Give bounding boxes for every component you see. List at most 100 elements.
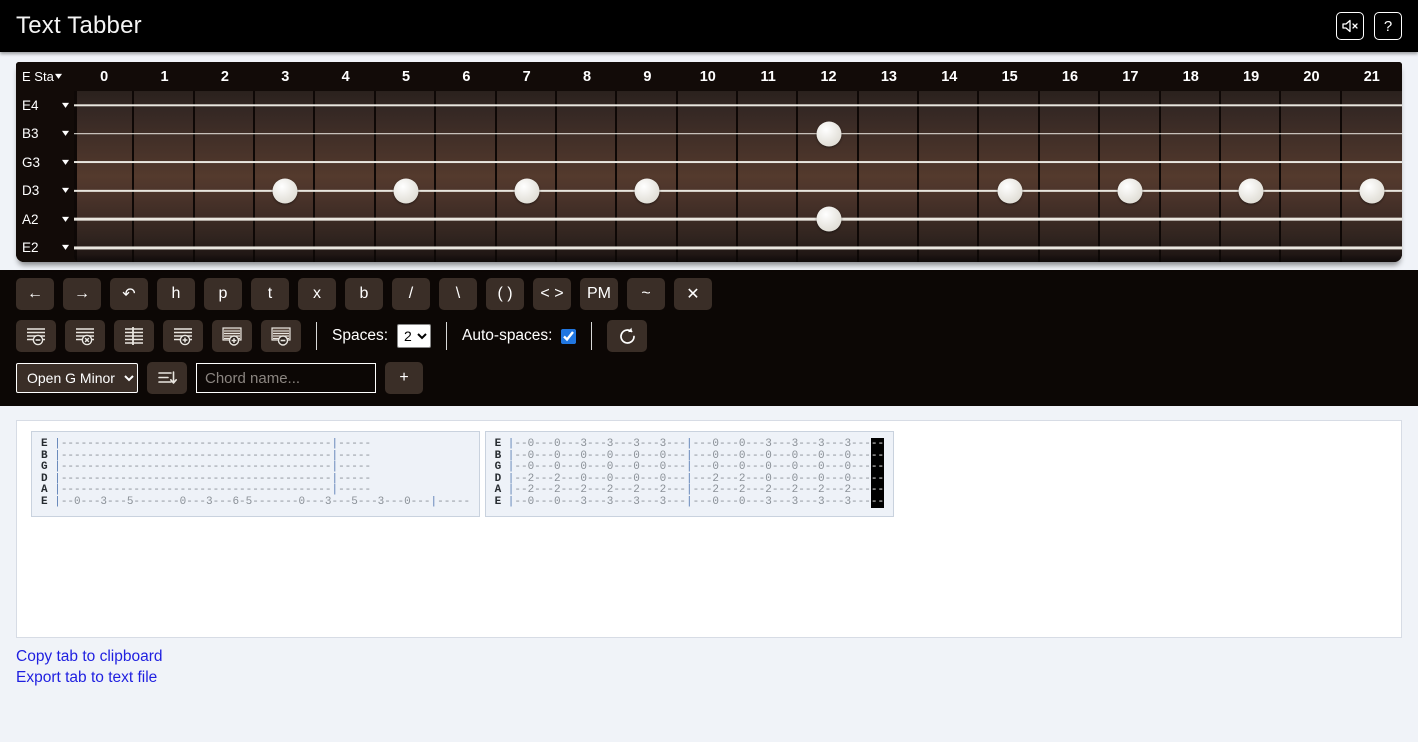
add-chord-button[interactable]: + bbox=[385, 362, 423, 394]
note-marker[interactable] bbox=[514, 178, 540, 204]
string-E4[interactable] bbox=[74, 91, 1402, 120]
palm-mute-button[interactable]: PM bbox=[580, 278, 618, 310]
chord-preset-select[interactable]: Open G MinorOpen G MajorOpen D MajorOpen… bbox=[16, 363, 138, 393]
string-A2[interactable] bbox=[74, 205, 1402, 234]
string-row-A2: A2 ▾ bbox=[16, 205, 74, 234]
line-add-icon bbox=[221, 326, 243, 346]
tab-segment: ---2---2---2---2---2---2--- bbox=[692, 484, 871, 497]
chevron-down-icon[interactable]: ▾ bbox=[62, 157, 69, 168]
fretboard[interactable]: E Sta ▾ E4 ▾ B3 ▾ G3 ▾ D3 ▾ A2 ▾ E2 ▾ 0 … bbox=[16, 62, 1402, 262]
note-marker[interactable] bbox=[1359, 178, 1385, 204]
reset-button[interactable] bbox=[607, 320, 648, 352]
move-right-button[interactable]: → bbox=[63, 278, 101, 310]
slide-up-button[interactable]: / bbox=[392, 278, 430, 310]
string-line bbox=[74, 161, 1402, 164]
fretboard-left-column: E Sta ▾ E4 ▾ B3 ▾ G3 ▾ D3 ▾ A2 ▾ E2 ▾ bbox=[16, 62, 74, 262]
tab-segment: ----- bbox=[338, 438, 372, 450]
string-row-E4: E4 ▾ bbox=[16, 91, 74, 120]
fret-number: 10 bbox=[699, 68, 716, 85]
tab-segment: ---0---0---3---3---3---3--- bbox=[692, 495, 871, 508]
chevron-down-icon[interactable]: ▾ bbox=[62, 128, 69, 139]
note-marker[interactable] bbox=[816, 121, 842, 147]
tab-selection: -- bbox=[870, 449, 885, 462]
move-left-button[interactable]: ← bbox=[16, 278, 54, 310]
clear-measure-button[interactable] bbox=[65, 320, 105, 352]
tuning-selector[interactable]: E Sta ▾ bbox=[16, 62, 74, 91]
spaces-select[interactable]: 1234 bbox=[397, 324, 432, 348]
autospaces-checkbox[interactable] bbox=[561, 328, 577, 344]
string-B3[interactable] bbox=[74, 120, 1402, 149]
fretboard-surface[interactable] bbox=[74, 91, 1402, 262]
string-D3[interactable] bbox=[74, 177, 1402, 206]
add-line-button[interactable] bbox=[212, 320, 252, 352]
tab-segment: ----- bbox=[338, 472, 372, 485]
fret-number: 7 bbox=[522, 68, 531, 85]
string-label: B3 bbox=[22, 126, 39, 142]
tab-string-label: B bbox=[494, 449, 508, 462]
tap-button[interactable]: t bbox=[251, 278, 289, 310]
tab-block[interactable]: E |--0---0---3---3---3---3---|---0---0--… bbox=[484, 431, 895, 517]
add-measure-button[interactable] bbox=[163, 320, 203, 352]
hammer-on-button[interactable]: h bbox=[157, 278, 195, 310]
string-label: E2 bbox=[22, 240, 39, 256]
mute-button[interactable] bbox=[1336, 12, 1364, 40]
string-E2[interactable] bbox=[74, 234, 1402, 263]
export-tab-link[interactable]: Export tab to text file bbox=[16, 667, 1402, 688]
vibrato-button[interactable]: ~ bbox=[627, 278, 665, 310]
pull-off-button[interactable]: p bbox=[204, 278, 242, 310]
tab-selection: -- bbox=[870, 472, 885, 485]
chevron-down-icon[interactable]: ▾ bbox=[62, 242, 69, 253]
tab-segment: --2---2---0---0---0---0--- bbox=[514, 472, 687, 485]
fret-number: 19 bbox=[1243, 68, 1260, 85]
tab-string-label: A bbox=[41, 484, 55, 497]
string-line bbox=[74, 217, 1402, 221]
note-marker[interactable] bbox=[1117, 178, 1143, 204]
remove-measure-button[interactable] bbox=[16, 320, 56, 352]
fret-number: 5 bbox=[401, 68, 411, 85]
undo-button[interactable]: ↶ bbox=[110, 278, 148, 310]
chord-name-input[interactable] bbox=[196, 363, 376, 393]
insert-chord-button[interactable] bbox=[147, 362, 187, 394]
tab-segment: ---2---2---0---0---0---0--- bbox=[692, 472, 871, 485]
insert-barline-button[interactable] bbox=[114, 320, 154, 352]
copy-tab-link[interactable]: Copy tab to clipboard bbox=[16, 646, 1402, 667]
note-marker[interactable] bbox=[634, 178, 660, 204]
note-marker[interactable] bbox=[393, 178, 419, 204]
remove-line-button[interactable] bbox=[261, 320, 301, 352]
tab-segment: --0---0---3---3---3---3--- bbox=[514, 438, 687, 450]
string-G3[interactable] bbox=[74, 148, 1402, 177]
tab-output-area[interactable]: E |-------------------------------------… bbox=[16, 420, 1402, 638]
bend-button[interactable]: b bbox=[345, 278, 383, 310]
mute-note-button[interactable]: x bbox=[298, 278, 336, 310]
note-marker[interactable] bbox=[997, 178, 1023, 204]
parentheses-button[interactable]: ( ) bbox=[486, 278, 524, 310]
tab-segment: --0---0---0---0---0---0--- bbox=[514, 461, 687, 474]
fret-number: 17 bbox=[1122, 68, 1139, 85]
chevron-down-icon: ▾ bbox=[54, 71, 62, 82]
fret-number: 13 bbox=[880, 68, 897, 85]
tab-barline: | bbox=[686, 484, 693, 497]
fret-number: 21 bbox=[1363, 68, 1380, 85]
question-mark-icon: ? bbox=[1383, 17, 1393, 35]
angle-brackets-button[interactable]: < > bbox=[533, 278, 571, 310]
fret-number: 14 bbox=[941, 68, 958, 85]
tab-barline: | bbox=[54, 438, 61, 450]
help-button[interactable]: ? bbox=[1374, 12, 1402, 40]
chevron-down-icon[interactable]: ▾ bbox=[62, 100, 69, 111]
chevron-down-icon[interactable]: ▾ bbox=[62, 185, 69, 196]
fretboard-right-column: 0 1 2 3 4 5 6 7 8 9 10 11 12 13 14 15 16 17 18 19 20 21 bbox=[74, 62, 1402, 262]
measure-toolbar: Spaces: 1234 Auto-spaces: bbox=[16, 320, 1402, 352]
note-marker[interactable] bbox=[272, 178, 298, 204]
note-marker[interactable] bbox=[816, 206, 842, 232]
chevron-down-icon[interactable]: ▾ bbox=[62, 214, 69, 225]
delete-button[interactable]: ✕ bbox=[674, 278, 712, 310]
note-marker[interactable] bbox=[1238, 178, 1264, 204]
tab-segment: ----------------------------------------… bbox=[60, 484, 332, 497]
slide-down-button[interactable]: \ bbox=[439, 278, 477, 310]
tab-segment: --0---0---3---3---3---3--- bbox=[514, 495, 687, 508]
tab-block[interactable]: E |-------------------------------------… bbox=[31, 431, 481, 517]
string-row-E2: E2 ▾ bbox=[16, 234, 74, 263]
fret-number: 8 bbox=[583, 68, 592, 85]
tab-selection: -- bbox=[870, 484, 885, 497]
tab-string-label: E bbox=[41, 495, 55, 508]
